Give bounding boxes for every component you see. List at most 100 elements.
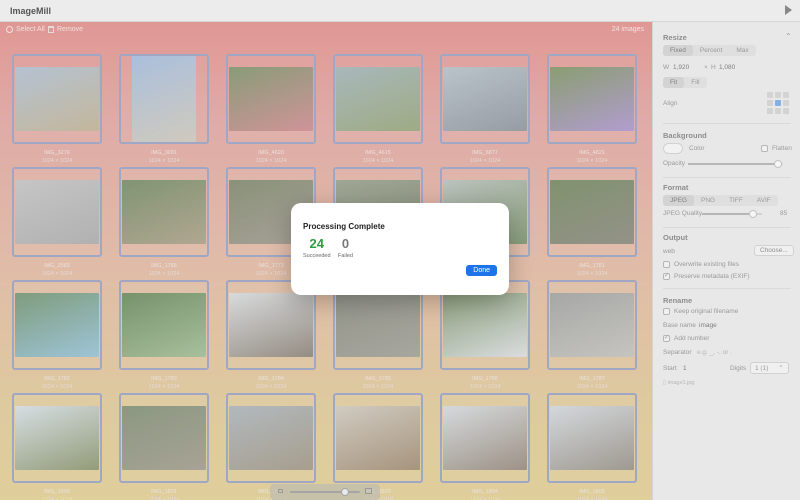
select-all-label: Select All	[16, 26, 45, 33]
format-png[interactable]: PNG	[694, 195, 722, 206]
base-name-field[interactable]: image	[699, 322, 717, 329]
width-field[interactable]: 1,920	[673, 64, 689, 71]
grid-toolbar: Select All Remove 24 images	[0, 22, 652, 38]
thumbnail-tile[interactable]: IMG_1804 1024 × 1024	[440, 393, 530, 500]
opacity-slider[interactable]	[688, 160, 783, 168]
resize-mode-max[interactable]: Max	[729, 45, 755, 56]
thumbnail-tile[interactable]: IMG_1782 1024 × 1024	[12, 280, 102, 391]
thumbnail-frame[interactable]	[12, 393, 102, 483]
thumbnail-tile[interactable]: IMG_1787 1024 × 1024	[547, 280, 637, 391]
play-icon[interactable]	[785, 5, 792, 15]
select-all-button[interactable]: Select All	[6, 26, 45, 33]
thumbnail-frame[interactable]	[440, 54, 530, 144]
thumbnail-caption: IMG_4821 1024 × 1024	[547, 149, 637, 165]
thumbnail-tile[interactable]: IMG_3091 1024 × 1024	[119, 54, 209, 165]
opacity-slider-knob[interactable]	[774, 160, 783, 168]
separator-field[interactable]: e.g. _, -, or .	[697, 349, 732, 356]
thumbnail-frame[interactable]	[547, 393, 637, 483]
keep-filename-checkbox[interactable]: Keep original filename	[663, 308, 738, 315]
thumbnail-frame[interactable]	[12, 167, 102, 257]
choose-button[interactable]: Choose...	[754, 245, 794, 256]
start-field[interactable]: 1	[683, 365, 687, 372]
align-top-center[interactable]	[775, 92, 781, 98]
fit-option-fit[interactable]: Fit	[663, 77, 685, 88]
thumbnail-caption: IMG_1804 1024 × 1024	[440, 488, 530, 500]
resize-mode-fixed[interactable]: Fixed	[663, 45, 693, 56]
thumbnail-tile[interactable]: IMG_1781 1024 × 1024	[547, 167, 637, 278]
thumbnail-frame[interactable]	[226, 393, 316, 483]
add-number-checkbox[interactable]: Add number	[663, 334, 709, 342]
thumbnail-filename: IMG_2583	[44, 263, 70, 269]
thumbnail-tile[interactable]: IMG_3276 1024 × 1024	[12, 54, 102, 165]
thumbnail-tile[interactable]: IMG_1768 1024 × 1024	[119, 167, 209, 278]
thumbnail-caption: IMG_3276 1024 × 1024	[12, 149, 102, 165]
preserve-metadata-checkbox[interactable]: Preserve metadata (EXIF)	[663, 272, 750, 280]
thumbnail-dimensions: 1024 × 1024	[469, 158, 501, 164]
reset-icon[interactable]: ⌃	[785, 32, 792, 41]
align-bottom-right[interactable]	[783, 108, 789, 114]
thumbnail-image	[550, 293, 634, 357]
resize-mode-percent[interactable]: Percent	[693, 45, 729, 56]
thumbnail-frame[interactable]	[333, 393, 423, 483]
background-color-well[interactable]	[663, 143, 683, 154]
separator-label: Separator	[663, 349, 692, 356]
thumbnail-tile[interactable]: IMG_1785 1024 × 1024	[333, 280, 423, 391]
zoom-slider-knob[interactable]	[340, 488, 349, 496]
thumbnail-dimensions: 1024 × 1024	[469, 497, 501, 500]
thumbnail-tile[interactable]: IMG_4620 1024 × 1024	[226, 54, 316, 165]
thumbnail-tile[interactable]: IMG_1786 1024 × 1024	[440, 280, 530, 391]
thumbnail-frame[interactable]	[333, 54, 423, 144]
thumbnail-frame[interactable]	[226, 54, 316, 144]
thumbnail-frame[interactable]	[547, 167, 637, 257]
alignment-grid	[767, 92, 789, 114]
align-bottom-left[interactable]	[767, 108, 773, 114]
thumbnail-tile[interactable]: IMG_1801 1024 × 1024	[119, 393, 209, 500]
thumbnail-tile[interactable]: IMG_1784 1024 × 1024	[226, 280, 316, 391]
jpeg-quality-slider[interactable]	[702, 210, 762, 218]
format-section-title: Format	[663, 183, 689, 192]
thumbnail-frame[interactable]	[119, 54, 209, 144]
align-top-right[interactable]	[783, 92, 789, 98]
align-center[interactable]	[775, 100, 781, 106]
fit-option-fill[interactable]: Fill	[684, 77, 706, 88]
thumbnail-frame[interactable]	[547, 280, 637, 370]
thumbnail-frame[interactable]	[119, 167, 209, 257]
thumbnail-image	[229, 406, 313, 470]
thumbnail-caption: IMG_1805 1024 × 1024	[547, 488, 637, 500]
thumbnail-tile[interactable]: IMG_6877 1024 × 1024	[440, 54, 530, 165]
format-jpeg[interactable]: JPEG	[663, 195, 694, 206]
height-field[interactable]: 1,080	[719, 64, 735, 71]
align-middle-right[interactable]	[783, 100, 789, 106]
digits-popup[interactable]: 1 (1) ⌃	[750, 362, 789, 374]
thumbnail-dimensions: 1024 × 1024	[148, 497, 180, 500]
thumbnail-frame[interactable]	[119, 393, 209, 483]
remove-button[interactable]: Remove	[48, 26, 83, 33]
align-bottom-center[interactable]	[775, 108, 781, 114]
thumbnail-frame[interactable]	[12, 280, 102, 370]
thumbnail-frame[interactable]	[119, 280, 209, 370]
jpeg-quality-slider-knob[interactable]	[749, 210, 757, 218]
thumbnail-dimensions: 1024 × 1024	[41, 271, 73, 277]
thumbnail-tile[interactable]: IMG_4821 1024 × 1024	[547, 54, 637, 165]
flatten-checkbox[interactable]: Flatten	[761, 145, 792, 152]
thumbnail-tile[interactable]: IMG_1805 1024 × 1024	[547, 393, 637, 500]
thumbnail-tile[interactable]: IMG_2583 1024 × 1024	[12, 167, 102, 278]
thumbnail-tile[interactable]: IMG_1800 1024 × 1024	[12, 393, 102, 500]
align-top-left[interactable]	[767, 92, 773, 98]
zoom-slider[interactable]	[290, 488, 360, 496]
opacity-slider-fill	[688, 163, 779, 165]
succeeded-count: 24	[309, 236, 324, 251]
thumbnail-frame[interactable]	[12, 54, 102, 144]
format-avif[interactable]: AVIF	[750, 195, 778, 206]
overwrite-checkbox[interactable]: Overwrite existing files	[663, 261, 739, 268]
done-button[interactable]: Done	[466, 265, 497, 276]
thumbnail-frame[interactable]	[440, 393, 530, 483]
thumbnail-tile[interactable]: IMG_1783 1024 × 1024	[119, 280, 209, 391]
width-label: W	[663, 64, 670, 71]
format-tiff[interactable]: TIFF	[722, 195, 750, 206]
align-middle-left[interactable]	[767, 100, 773, 106]
flatten-label: Flatten	[772, 145, 792, 152]
thumbnail-tile[interactable]: IMG_4615 1024 × 1024	[333, 54, 423, 165]
thumbnail-filename: IMG_4620	[258, 150, 284, 156]
thumbnail-frame[interactable]	[547, 54, 637, 144]
